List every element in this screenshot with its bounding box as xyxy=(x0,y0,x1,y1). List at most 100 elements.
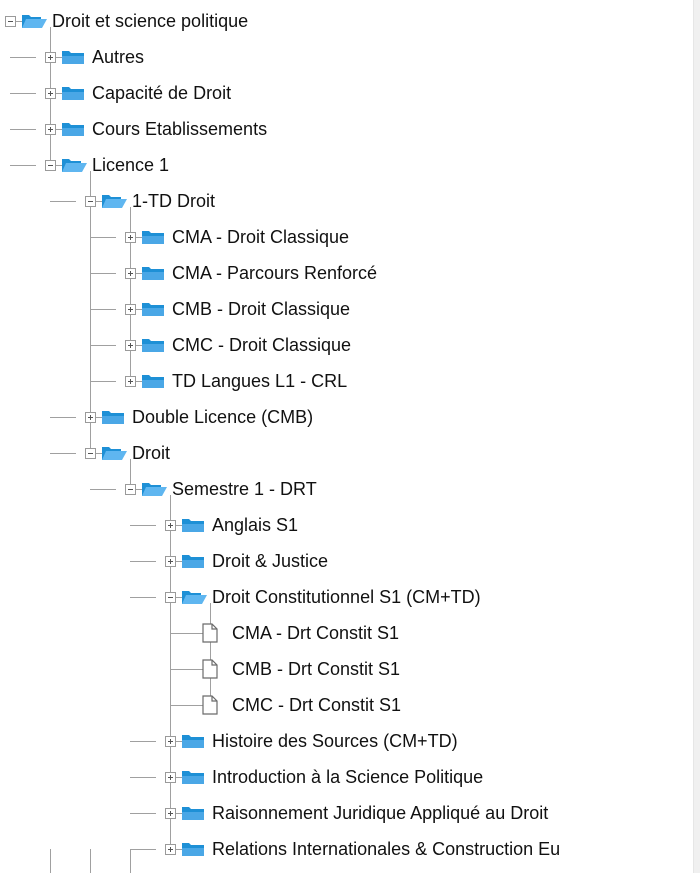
file-icon xyxy=(196,658,224,680)
folder-icon xyxy=(140,370,168,392)
tree-folder-item[interactable]: Droit xyxy=(0,435,700,471)
tree-folder-item[interactable]: Introduction à la Science Politique xyxy=(0,759,700,795)
folder-open-icon xyxy=(60,154,88,176)
tree-item-label: Introduction à la Science Politique xyxy=(212,767,484,787)
minus-expander-icon[interactable] xyxy=(85,448,96,459)
tree-connector xyxy=(90,489,116,490)
tree-item-label: TD Langues L1 - CRL xyxy=(172,371,348,391)
tree-folder-item[interactable]: Double Licence (CMB) xyxy=(0,399,700,435)
minus-expander-icon[interactable] xyxy=(5,16,16,27)
plus-expander-icon[interactable] xyxy=(125,268,136,279)
tree-item-label: Double Licence (CMB) xyxy=(132,407,314,427)
tree-folder-item[interactable]: Semestre 1 - DRT xyxy=(0,471,700,507)
tree-item-label: Licence 1 xyxy=(92,155,170,175)
plus-expander-icon[interactable] xyxy=(165,808,176,819)
tree-item-label: Capacité de Droit xyxy=(92,83,232,103)
tree-folder-item[interactable]: Licence 1 xyxy=(0,147,700,183)
tree-item-label: Autres xyxy=(92,47,145,67)
folder-open-icon xyxy=(100,442,128,464)
tree-connector xyxy=(90,309,116,310)
plus-expander-icon[interactable] xyxy=(125,340,136,351)
folder-icon xyxy=(140,226,168,248)
tree-item-label: Relations Internationales & Construction… xyxy=(212,839,561,859)
plus-expander-icon[interactable] xyxy=(165,772,176,783)
tree-folder-item[interactable]: Capacité de Droit xyxy=(0,75,700,111)
tree-connector xyxy=(130,525,156,526)
plus-expander-icon[interactable] xyxy=(45,88,56,99)
tree-item-label: Droit xyxy=(132,443,171,463)
tree-connector xyxy=(90,381,116,382)
plus-expander-icon[interactable] xyxy=(165,520,176,531)
tree-folder-item[interactable]: Relations Internationales & Construction… xyxy=(0,831,700,867)
tree-connector xyxy=(10,57,36,58)
plus-expander-icon[interactable] xyxy=(165,556,176,567)
tree-folder-item[interactable]: CMA - Parcours Renforcé xyxy=(0,255,700,291)
folder-icon xyxy=(180,802,208,824)
folder-icon xyxy=(100,406,128,428)
tree-item-label: CMA - Drt Constit S1 xyxy=(232,623,400,643)
folder-icon xyxy=(180,838,208,860)
tree-folder-item[interactable]: Droit & Justice xyxy=(0,543,700,579)
tree-folder-item[interactable]: Anglais S1 xyxy=(0,507,700,543)
minus-expander-icon[interactable] xyxy=(45,160,56,171)
plus-expander-icon[interactable] xyxy=(45,52,56,63)
tree-file-item[interactable]: CMA - Drt Constit S1 xyxy=(0,615,700,651)
plus-expander-icon[interactable] xyxy=(165,844,176,855)
folder-icon xyxy=(140,262,168,284)
plus-expander-icon[interactable] xyxy=(85,412,96,423)
folder-icon xyxy=(180,766,208,788)
tree-file-item[interactable]: CMB - Drt Constit S1 xyxy=(0,651,700,687)
folder-open-icon xyxy=(100,190,128,212)
tree-folder-item[interactable]: TD Langues L1 - CRL xyxy=(0,363,700,399)
tree-file-item[interactable]: CMC - Drt Constit S1 xyxy=(0,687,700,723)
tree-item-label: Raisonnement Juridique Appliqué au Droit xyxy=(212,803,549,823)
plus-expander-icon[interactable] xyxy=(125,304,136,315)
tree-folder-item[interactable]: Droit Constitutionnel S1 (CM+TD) xyxy=(0,579,700,615)
folder-icon xyxy=(60,118,88,140)
tree-connector xyxy=(130,813,156,814)
tree-folder-item[interactable]: Autres xyxy=(0,39,700,75)
tree-folder-item[interactable]: 1-TD Droit xyxy=(0,183,700,219)
tree-item-label: Cours Etablissements xyxy=(92,119,268,139)
plus-expander-icon[interactable] xyxy=(165,736,176,747)
plus-expander-icon[interactable] xyxy=(45,124,56,135)
plus-expander-icon[interactable] xyxy=(125,376,136,387)
tree-folder-item[interactable]: Histoire des Sources (CM+TD) xyxy=(0,723,700,759)
plus-expander-icon[interactable] xyxy=(125,232,136,243)
tree-item-label: CMA - Parcours Renforcé xyxy=(172,263,378,283)
file-icon xyxy=(196,622,224,644)
tree-connector xyxy=(90,237,116,238)
tree-connector xyxy=(90,273,116,274)
tree-connector xyxy=(50,453,76,454)
tree-folder-item[interactable]: Cours Etablissements xyxy=(0,111,700,147)
tree-item-label: Anglais S1 xyxy=(212,515,299,535)
tree-item-label: CMC - Droit Classique xyxy=(172,335,352,355)
tree-item-label: Histoire des Sources (CM+TD) xyxy=(212,731,458,751)
minus-expander-icon[interactable] xyxy=(125,484,136,495)
tree-folder-item[interactable]: CMA - Droit Classique xyxy=(0,219,700,255)
tree-connector xyxy=(50,417,76,418)
tree-folder-item[interactable]: Raisonnement Juridique Appliqué au Droit xyxy=(0,795,700,831)
folder-open-icon xyxy=(20,10,48,32)
tree-item-label: CMB - Droit Classique xyxy=(172,299,351,319)
tree-connector xyxy=(90,345,116,346)
tree-folder-item[interactable]: CMC - Droit Classique xyxy=(0,327,700,363)
tree-folder-item[interactable]: CMB - Droit Classique xyxy=(0,291,700,327)
minus-expander-icon[interactable] xyxy=(165,592,176,603)
minus-expander-icon[interactable] xyxy=(85,196,96,207)
tree-connector xyxy=(10,129,36,130)
tree-item-label: Droit et science politique xyxy=(52,11,249,31)
folder-icon xyxy=(180,550,208,572)
tree-connector xyxy=(130,741,156,742)
folder-tree: Droit et science politique Autres Capacité… xyxy=(0,0,700,873)
folder-icon xyxy=(180,514,208,536)
tree-connector xyxy=(10,165,36,166)
tree-folder-item[interactable]: Droit et science politique xyxy=(0,3,700,39)
tree-item-label: CMA - Droit Classique xyxy=(172,227,350,247)
folder-open-icon xyxy=(140,478,168,500)
tree-connector xyxy=(50,201,76,202)
tree-connector xyxy=(130,561,156,562)
folder-open-icon xyxy=(180,586,208,608)
tree-item-label: CMB - Drt Constit S1 xyxy=(232,659,401,679)
folder-icon xyxy=(60,46,88,68)
